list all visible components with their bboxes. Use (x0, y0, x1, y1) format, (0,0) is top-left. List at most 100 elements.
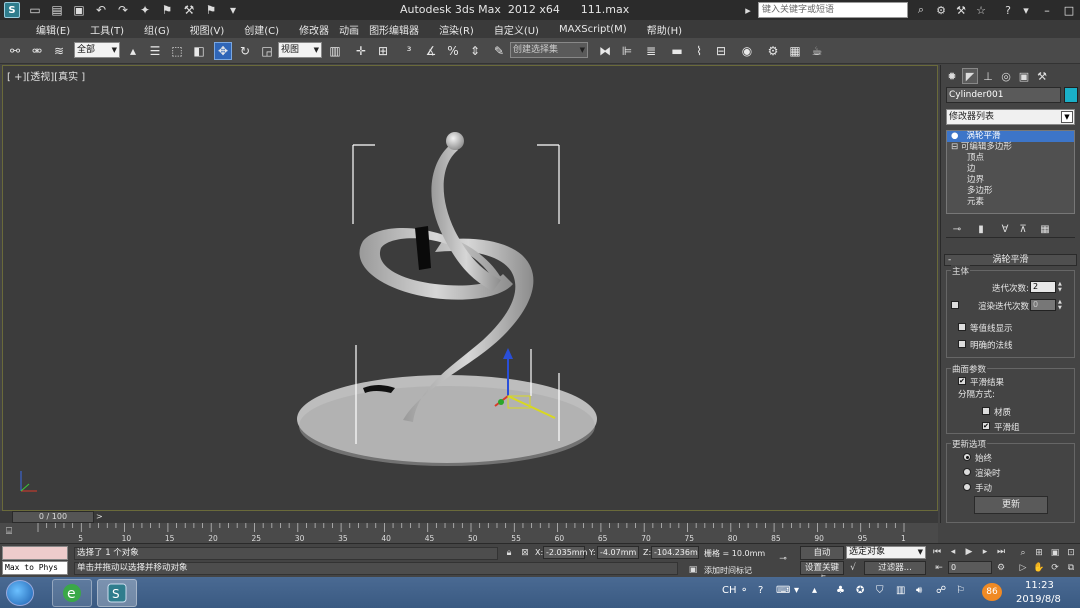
field-of-view-icon[interactable]: ▷ (1016, 561, 1030, 575)
window-crossing-icon[interactable]: ◧ (190, 42, 208, 60)
stack-item-vertex[interactable]: 顶点 (947, 153, 1074, 164)
clock-time[interactable]: 11:23 (1025, 580, 1054, 591)
save-icon[interactable]: ▣ (70, 1, 88, 19)
select-rotate-icon[interactable]: ↻ (236, 42, 254, 60)
dropdown-arrow-icon[interactable]: ▾ (224, 1, 242, 19)
selection-filter-dropdown[interactable]: 全部 (74, 42, 120, 58)
stack-item-edge[interactable]: 边 (947, 164, 1074, 175)
project-folder-icon[interactable]: ✦ (136, 1, 154, 19)
time-next-arrow[interactable]: > (96, 512, 103, 521)
smooth-result-checkbox[interactable]: ✔ (958, 377, 966, 385)
help-icon[interactable]: ? (1000, 2, 1016, 18)
show-hidden-icon[interactable]: ▴ (812, 585, 817, 596)
volume-icon[interactable]: 🔊︎ (916, 585, 922, 596)
zoom-extents-all-icon[interactable]: ⊡ (1064, 546, 1078, 560)
menu-modifiers[interactable]: 修改器 (299, 22, 329, 37)
pan-icon[interactable]: ✋ (1032, 561, 1046, 575)
spinner-snap-icon[interactable]: ⇕ (466, 42, 484, 60)
orbit-icon[interactable]: ⟳ (1048, 561, 1062, 575)
key-filters-button[interactable]: 过滤器... (864, 561, 926, 575)
redo-icon[interactable]: ↷ (114, 1, 132, 19)
object-color-swatch[interactable] (1064, 87, 1078, 103)
new-file-icon[interactable]: ▭ (26, 1, 44, 19)
menu-maxscript[interactable]: MAXScript(M) (559, 24, 627, 35)
unlink-selection-icon[interactable]: ⚮ (28, 42, 46, 60)
link-icon[interactable]: ⚑ (158, 1, 176, 19)
maxscript-input[interactable]: Max to Phys (2, 561, 68, 575)
explicit-normals-checkbox[interactable] (958, 340, 966, 348)
chevron-down-icon[interactable]: ▼ (1061, 111, 1073, 123)
render-iters-spin-arrows[interactable]: ▲ ▼ (1058, 299, 1064, 311)
ime-mode-icon[interactable]: ⚬ (740, 585, 748, 596)
menu-graph-editors[interactable]: 图形编辑器 (369, 22, 419, 37)
go-to-start-icon[interactable]: ⏮ (930, 545, 944, 559)
rectangular-selection-icon[interactable]: ⬚ (168, 42, 186, 60)
update-manual-radio[interactable] (963, 483, 971, 491)
render-teapot-icon[interactable]: ☕ (808, 42, 826, 60)
menu-edit[interactable]: 编辑(E) (36, 22, 70, 37)
display-tab-icon[interactable]: ▣ (1016, 68, 1032, 84)
render-iters-checkbox[interactable] (951, 301, 959, 309)
tray-flag-icon[interactable]: ⚐ (956, 585, 965, 596)
menu-rendering[interactable]: 渲染(R) (439, 22, 474, 37)
stack-item-border[interactable]: 边界 (947, 175, 1074, 186)
layer-manager-icon[interactable]: ≣ (642, 42, 660, 60)
utilities-tab-icon[interactable]: ⚒ (1034, 68, 1050, 84)
configure-sets-icon[interactable]: ▦ (1038, 222, 1052, 236)
x-coordinate-field[interactable]: -2.035mm (543, 546, 587, 559)
bind-space-warp-icon[interactable]: ≋ (50, 42, 68, 60)
maxscript-listener[interactable] (2, 546, 68, 560)
search-input[interactable]: 键入关键字或短语 (758, 2, 908, 18)
update-always-radio[interactable] (963, 453, 971, 461)
stack-item-element[interactable]: 元素 (947, 197, 1074, 208)
select-move-icon[interactable]: ✥ (214, 42, 232, 60)
z-coordinate-field[interactable]: -104.236m (651, 546, 699, 559)
reference-coordinate-dropdown[interactable]: 视图 (278, 42, 322, 58)
named-selection-dropdown[interactable]: 创建选择集 (510, 42, 588, 58)
select-manipulate-icon[interactable]: ✛ (352, 42, 370, 60)
menu-create[interactable]: 创建(C) (244, 22, 279, 37)
hierarchy-tab-icon[interactable]: ⊥ (980, 68, 996, 84)
tray-app-icon[interactable]: ♣ (836, 585, 845, 596)
clock-date[interactable]: 2019/8/8 (1016, 594, 1061, 605)
stack-item-turbosmooth[interactable]: ● 涡轮平滑 (947, 131, 1074, 142)
perspective-viewport[interactable]: [ +][透视][真实 ] (2, 65, 938, 511)
update-rendering-radio[interactable] (963, 468, 971, 476)
network-icon[interactable]: ▥ (896, 585, 905, 596)
snaps-toggle-icon[interactable]: ³ (400, 42, 418, 60)
pivot-center-icon[interactable]: ▥ (326, 42, 344, 60)
binoculars-icon[interactable]: ⌕ (913, 2, 929, 18)
track-bar[interactable]: ⌸ 5 10 15 20 25 30 35 40 45 50 55 60 65 70 75 80 85 90 95 1… (0, 523, 938, 543)
windows-start-icon[interactable] (6, 580, 34, 606)
render-setup-icon[interactable]: ⚙ (764, 42, 782, 60)
auto-key-button[interactable]: 自动 (800, 546, 844, 560)
timeline-ruler[interactable]: 5 10 15 20 25 30 35 40 45 50 55 60 65 70 75 80 85 90 95 100 (36, 523, 906, 543)
maximize-viewport-icon[interactable]: ⧉ (1064, 561, 1078, 575)
app-logo[interactable]: S (0, 0, 24, 20)
3dsmax-taskbar-icon[interactable]: S (97, 579, 137, 607)
minimize-icon[interactable]: – (1036, 0, 1058, 20)
smoothing-groups-checkbox[interactable]: ✔ (982, 422, 990, 430)
shield-icon[interactable]: ⛉ (876, 585, 884, 596)
show-end-result-icon[interactable]: ▮ (974, 222, 988, 236)
zoom-icon[interactable]: ⌕ (1016, 546, 1030, 560)
current-frame-field[interactable]: 0 (948, 561, 992, 574)
modifier-list-dropdown[interactable]: 修改器列表 ▼ (946, 109, 1075, 125)
ie-taskbar-icon[interactable]: e (52, 579, 92, 607)
select-scale-icon[interactable]: ◲ (258, 42, 276, 60)
add-time-tag[interactable]: 添加时间标记 (704, 565, 752, 576)
time-slider-thumb[interactable]: 0 / 100 (12, 511, 94, 523)
wechat-icon[interactable]: ☍ (936, 585, 946, 596)
menu-help[interactable]: 帮助(H) (647, 22, 682, 37)
stack-item-polygon[interactable]: 多边形 (947, 186, 1074, 197)
edit-named-selection-icon[interactable]: ✎ (490, 42, 508, 60)
ime-settings-icon[interactable]: ⌨ (776, 585, 790, 596)
material-editor-icon[interactable]: ◉ (738, 42, 756, 60)
favorites-icon[interactable]: ☆ (973, 2, 989, 18)
iterations-spinner[interactable]: 2 (1030, 281, 1056, 293)
ime-menu-icon[interactable]: ▾ (794, 585, 799, 596)
rendered-frame-icon[interactable]: ▦ (786, 42, 804, 60)
open-file-icon[interactable]: ▤ (48, 1, 66, 19)
previous-frame-icon[interactable]: ◂ (946, 545, 960, 559)
y-coordinate-field[interactable]: -4.07mm (597, 546, 639, 559)
